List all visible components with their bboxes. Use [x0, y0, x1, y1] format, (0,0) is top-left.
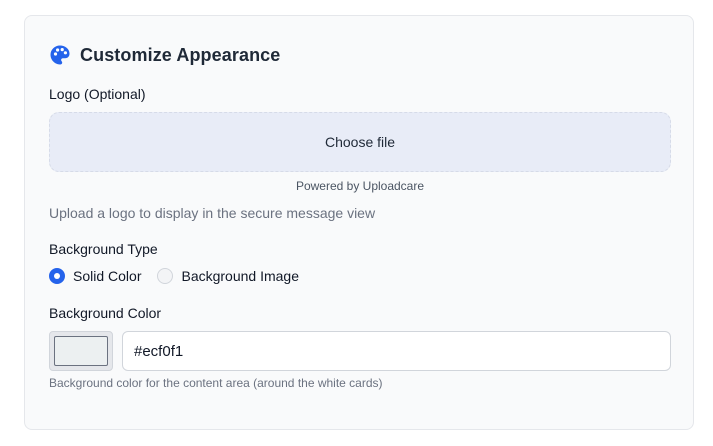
radio-label-background-image: Background Image [181, 268, 300, 284]
powered-by-uploadcare: Powered by Uploadcare [295, 179, 425, 193]
section-header: Customize Appearance [49, 44, 280, 66]
background-color-help-text: Background color for the content area (a… [49, 376, 383, 390]
choose-file-button[interactable]: Choose file [325, 134, 395, 150]
background-color-hex-input[interactable] [122, 331, 671, 371]
section-title: Customize Appearance [80, 44, 281, 65]
radio-background-image[interactable] [157, 268, 174, 284]
background-type-label: Background Type [49, 241, 158, 257]
radio-option-solid-color[interactable]: Solid Color [49, 268, 141, 284]
radio-label-solid-color: Solid Color [73, 268, 142, 284]
background-color-label: Background Color [49, 305, 162, 321]
color-picker-swatch[interactable] [49, 331, 113, 371]
logo-hint-text: Upload a logo to display in the secure m… [49, 205, 376, 221]
background-type-radio-group: Solid Color Background Image [49, 268, 315, 284]
logo-upload-dropzone[interactable]: Choose file [49, 112, 671, 172]
color-swatch-preview [54, 336, 108, 366]
customize-appearance-card: Customize Appearance Logo (Optional) Cho… [24, 15, 694, 430]
logo-label: Logo (Optional) [49, 86, 146, 102]
palette-icon [49, 44, 71, 66]
radio-solid-color[interactable] [49, 268, 65, 284]
radio-option-background-image[interactable]: Background Image [157, 268, 299, 284]
background-color-row [49, 331, 671, 371]
